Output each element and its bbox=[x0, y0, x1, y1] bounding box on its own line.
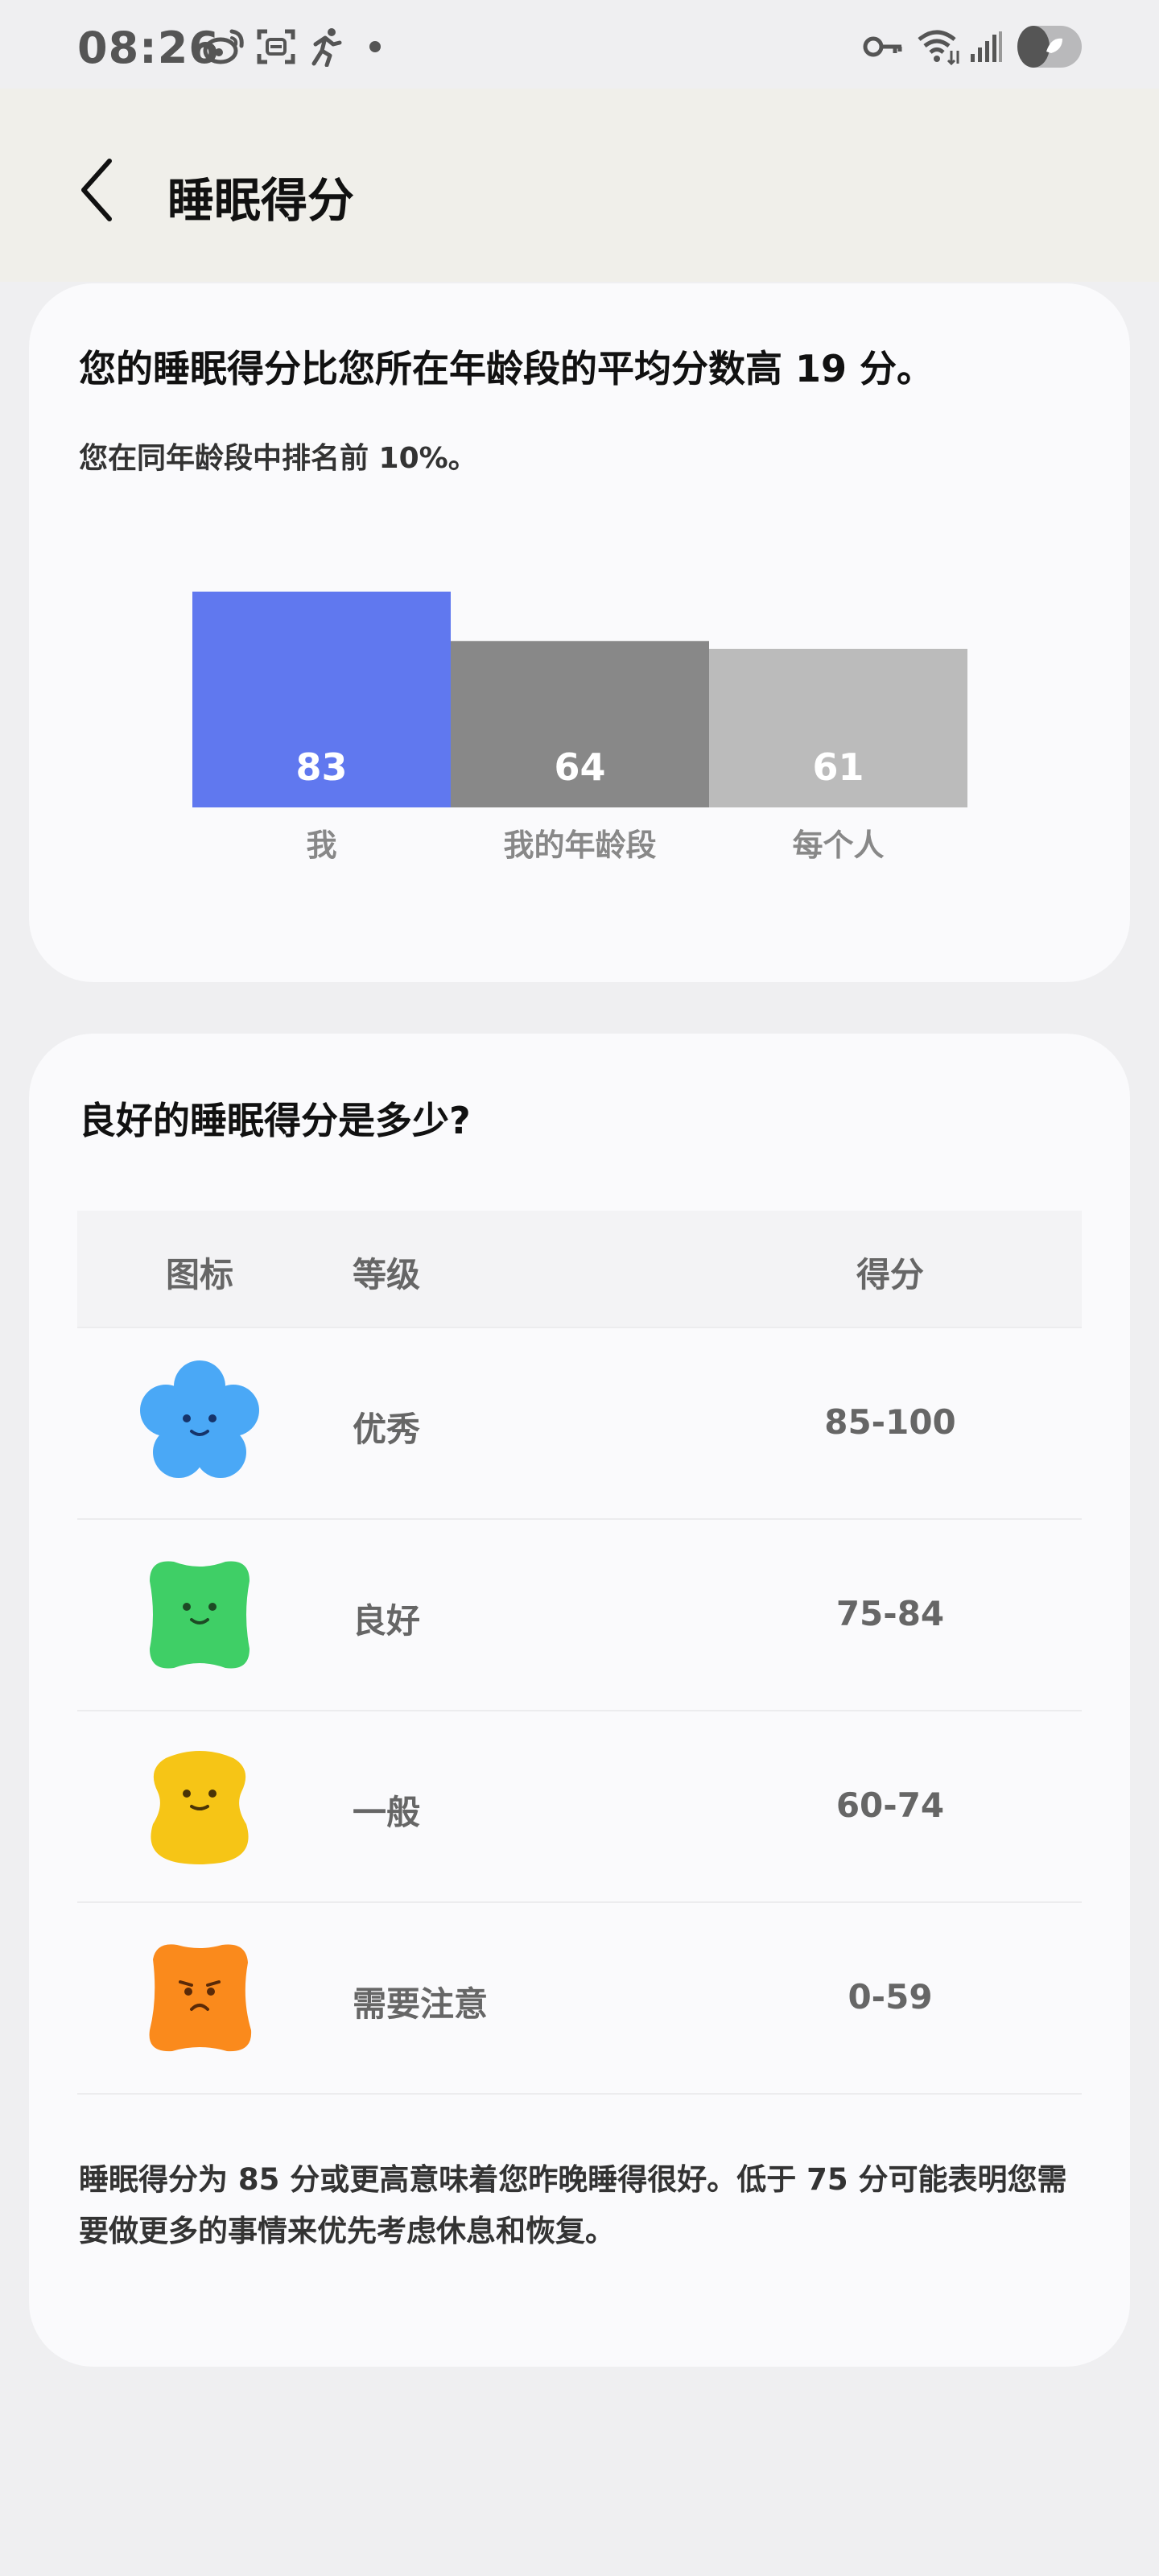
score-range: 0-59 bbox=[848, 1977, 933, 2017]
yellow-blob-face-icon bbox=[134, 1740, 266, 1872]
table-row: 优秀 85-100 bbox=[77, 1328, 1082, 1520]
comparison-card: 您的睡眠得分比您所在年龄段的平均分数高 19 分。 您在同年龄段中排名前 10%… bbox=[29, 283, 1130, 982]
page-title: 睡眠得分 bbox=[167, 173, 355, 228]
level-label: 需要注意 bbox=[353, 1984, 489, 2024]
weibo-icon bbox=[203, 24, 246, 69]
category-label: 我的年龄段 bbox=[503, 828, 656, 863]
column-header-icon: 图标 bbox=[166, 1255, 234, 1294]
chevron-left-icon bbox=[81, 159, 112, 221]
status-time: 08:26 bbox=[77, 23, 220, 73]
level-label: 良好 bbox=[353, 1601, 421, 1641]
category-label: 我 bbox=[306, 828, 336, 863]
table-header: 图标 等级 得分 bbox=[77, 1211, 1082, 1328]
dot-icon bbox=[369, 24, 382, 69]
status-bar: 08:26 bbox=[0, 0, 1159, 89]
comparison-bar-chart: 83 我 64 我的年龄段 61 每个人 bbox=[192, 591, 967, 863]
bar-value-label: 83 bbox=[295, 745, 347, 789]
column-header-score: 得分 bbox=[856, 1255, 924, 1294]
table-row: 良好 75-84 bbox=[77, 1520, 1082, 1711]
level-label: 优秀 bbox=[353, 1410, 421, 1449]
guide-note: 睡眠得分为 85 分或更高意味着您昨晚睡得很好。低于 75 分可能表明您需要做更… bbox=[79, 2162, 1067, 2248]
table-row: 需要注意 0-59 bbox=[77, 1903, 1082, 2095]
back-button[interactable] bbox=[64, 151, 129, 229]
running-icon bbox=[307, 24, 344, 69]
score-table: 图标 等级 得分 优秀 85-100 良好 75-84 一般 60-74 需要注… bbox=[77, 1211, 1082, 2095]
score-range: 85-100 bbox=[824, 1402, 956, 1442]
key-icon bbox=[863, 24, 905, 69]
signal-icon bbox=[969, 24, 1003, 69]
green-blob-face-icon bbox=[134, 1549, 266, 1681]
table-row: 一般 60-74 bbox=[77, 1711, 1082, 1903]
level-label: 一般 bbox=[353, 1793, 421, 1832]
score-range: 60-74 bbox=[835, 1785, 945, 1825]
guide-title: 良好的睡眠得分是多少? bbox=[79, 1099, 471, 1142]
orange-blob-sad-icon bbox=[134, 1932, 266, 2064]
scan-icon bbox=[256, 24, 296, 69]
bar-value-label: 64 bbox=[554, 745, 605, 789]
bar-value-label: 61 bbox=[812, 745, 864, 789]
wifi-icon bbox=[916, 24, 961, 69]
blue-flower-face-icon bbox=[134, 1357, 266, 1489]
score-range: 75-84 bbox=[835, 1594, 945, 1633]
score-guide-card: 良好的睡眠得分是多少? 图标 等级 得分 优秀 85-100 良好 75-84 … bbox=[29, 1034, 1130, 2367]
column-header-level: 等级 bbox=[353, 1255, 421, 1294]
battery-icon bbox=[1016, 24, 1083, 69]
page-header: 睡眠得分 bbox=[0, 89, 1159, 282]
category-label: 每个人 bbox=[792, 828, 884, 863]
